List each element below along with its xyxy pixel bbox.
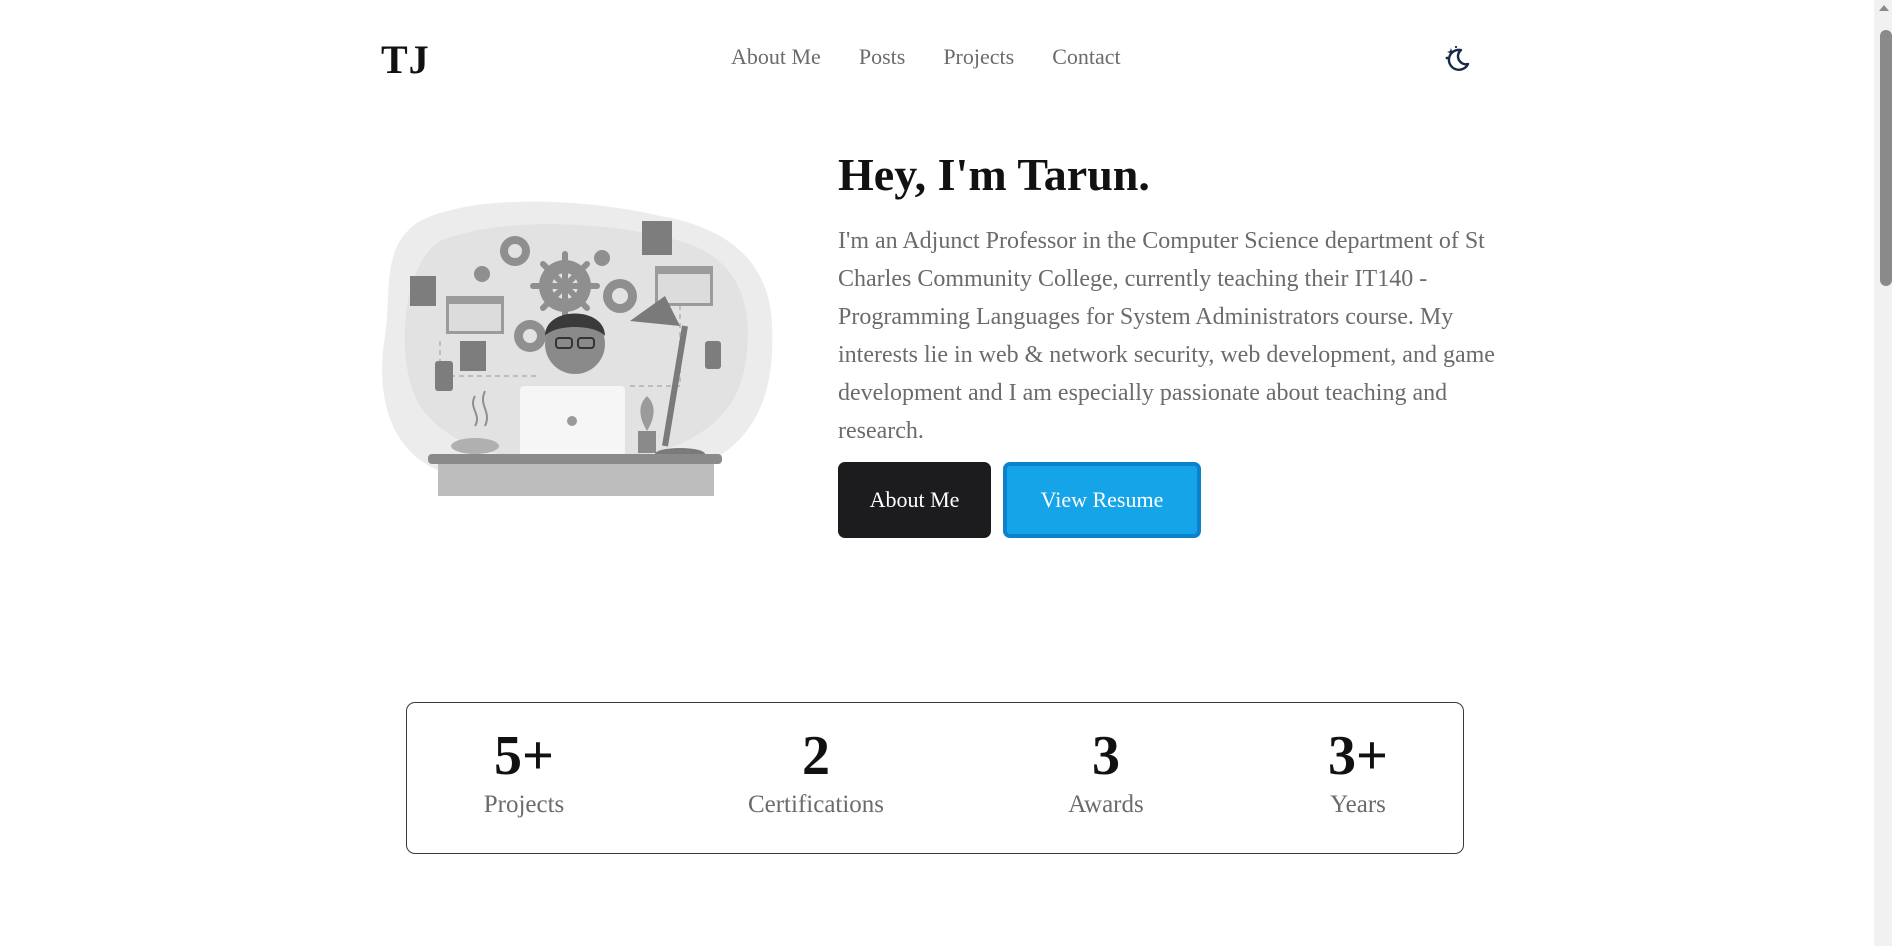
stats-panel: 5+ Projects 2 Certifications 3 Awards 3+… — [406, 702, 1464, 854]
nav-link-posts[interactable]: Posts — [859, 44, 905, 70]
stat-value: 3+ — [1328, 725, 1388, 787]
hero-title: Hey, I'm Tarun. — [838, 149, 1150, 200]
stat-certifications: 2 Certifications — [748, 727, 884, 819]
stat-label: Certifications — [747, 791, 885, 818]
about-me-button[interactable]: About Me — [838, 462, 991, 538]
site-logo[interactable]: TJ — [381, 36, 430, 83]
hero-intro: I'm an Adjunct Professor in the Computer… — [838, 228, 1495, 444]
moon-stars-icon[interactable] — [1442, 44, 1472, 74]
page: TJ About Me Posts Projects Contact Hey, … — [0, 0, 1874, 946]
stat-awards: 3 Awards — [1068, 727, 1143, 819]
developer-at-desk-illustration — [380, 196, 776, 496]
nav-link-about[interactable]: About Me — [731, 44, 821, 70]
stat-value: 5+ — [494, 725, 554, 787]
stat-label: Projects — [483, 791, 565, 818]
view-resume-button[interactable]: View Resume — [1003, 462, 1201, 538]
scroll-up-arrow-icon[interactable] — [1879, 5, 1889, 11]
main-nav: About Me Posts Projects Contact — [731, 44, 1121, 70]
stat-projects: 5+ Projects — [484, 727, 565, 819]
stat-label: Years — [1330, 791, 1386, 818]
stat-value: 2 — [801, 725, 830, 787]
nav-link-contact[interactable]: Contact — [1052, 44, 1120, 70]
stat-label: Awards — [1068, 791, 1144, 818]
stat-value: 3 — [1092, 725, 1120, 787]
scrollbar-thumb[interactable] — [1880, 30, 1892, 286]
stat-years: 3+ Years — [1328, 727, 1388, 819]
nav-link-projects[interactable]: Projects — [943, 44, 1014, 70]
